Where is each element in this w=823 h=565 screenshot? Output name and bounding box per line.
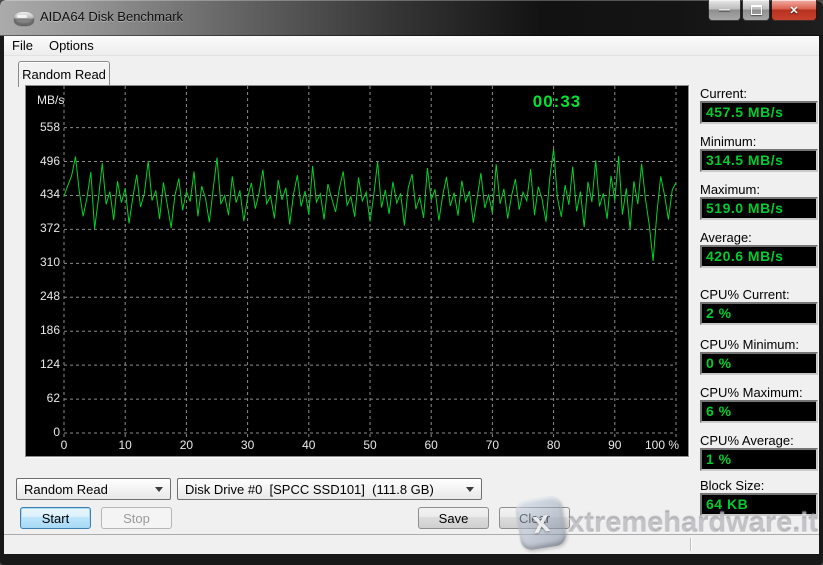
- x-axis-tick-label: 90: [593, 438, 637, 452]
- x-axis-tick-label: 70: [470, 438, 514, 452]
- close-icon: ✕: [789, 4, 798, 17]
- minimize-button[interactable]: —: [708, 0, 741, 21]
- y-axis-tick-label: 372: [28, 221, 60, 235]
- menu-bar: File Options: [4, 36, 819, 56]
- x-axis-tick-label: 20: [164, 438, 208, 452]
- x-axis-tick-label: 60: [409, 438, 453, 452]
- stat-value-2: 519.0 MB/s: [700, 197, 818, 220]
- stat-label-3: Average:: [700, 230, 812, 245]
- y-axis-tick-label: 186: [28, 323, 60, 337]
- y-axis-tick-label: 124: [28, 357, 60, 371]
- stat-value-5: 0 %: [700, 352, 818, 375]
- stat-label-0: Current:: [700, 86, 812, 101]
- disk-drive-icon: [14, 12, 34, 25]
- x-axis-tick-label: 10: [103, 438, 147, 452]
- disk-drive-value: Disk Drive #0 [SPCC SSD101] (111.8 GB): [185, 482, 466, 497]
- stat-label-6: CPU% Maximum:: [700, 385, 812, 400]
- stat-value-4: 2 %: [700, 302, 818, 325]
- stat-label-1: Minimum:: [700, 134, 812, 149]
- stat-value-0: 457.5 MB/s: [700, 101, 818, 124]
- stat-value-6: 6 %: [700, 400, 818, 423]
- stat-value-8: 64 KB: [700, 493, 818, 516]
- stat-label-5: CPU% Minimum:: [700, 337, 812, 352]
- stat-label-8: Block Size:: [700, 478, 812, 493]
- app-window: AIDA64 Disk Benchmark — ✕ File Options R…: [0, 0, 823, 565]
- y-axis-tick-label: 248: [28, 289, 60, 303]
- x-axis-tick-label: 80: [532, 438, 576, 452]
- x-axis-tick-label: 30: [226, 438, 270, 452]
- x-axis-tick-label: 100 %: [640, 438, 684, 452]
- menu-options[interactable]: Options: [41, 37, 102, 54]
- test-type-select[interactable]: Random Read: [16, 478, 171, 500]
- stat-label-4: CPU% Current:: [700, 287, 812, 302]
- close-button[interactable]: ✕: [771, 0, 817, 21]
- chevron-down-icon: [155, 487, 163, 492]
- chart-plot: [26, 86, 688, 456]
- clear-button[interactable]: Clear: [499, 507, 570, 529]
- menu-file[interactable]: File: [4, 37, 41, 54]
- minimize-icon: —: [719, 4, 730, 16]
- title-bar[interactable]: AIDA64 Disk Benchmark — ✕: [0, 0, 823, 36]
- maximize-button[interactable]: [742, 0, 770, 21]
- y-axis-tick-label: 0: [28, 425, 60, 439]
- window-title: AIDA64 Disk Benchmark: [40, 9, 183, 24]
- disk-drive-select[interactable]: Disk Drive #0 [SPCC SSD101] (111.8 GB): [177, 478, 482, 500]
- stat-value-1: 314.5 MB/s: [700, 149, 818, 172]
- x-axis-tick-label: 40: [287, 438, 331, 452]
- stat-label-2: Maximum:: [700, 182, 812, 197]
- y-axis-tick-label: 496: [28, 154, 60, 168]
- x-axis-tick-label: 0: [42, 438, 86, 452]
- tab-random-read[interactable]: Random Read: [18, 61, 110, 87]
- stat-value-3: 420.6 MB/s: [700, 245, 818, 268]
- maximize-icon: [751, 5, 762, 15]
- stop-button[interactable]: Stop: [101, 507, 172, 529]
- start-button[interactable]: Start: [20, 507, 91, 529]
- stat-label-7: CPU% Average:: [700, 433, 812, 448]
- status-bar-divider: [690, 538, 691, 551]
- status-bar: [4, 534, 819, 554]
- x-axis-tick-label: 50: [348, 438, 392, 452]
- benchmark-chart: MB/s 00:33 0102030405060708090100 %06212…: [25, 85, 689, 457]
- y-axis-tick-label: 434: [28, 187, 60, 201]
- save-button[interactable]: Save: [418, 507, 489, 529]
- chevron-down-icon: [466, 487, 474, 492]
- stat-value-7: 1 %: [700, 448, 818, 471]
- tab-label: Random Read: [22, 67, 106, 82]
- y-axis-tick-label: 62: [28, 391, 60, 405]
- test-type-value: Random Read: [24, 482, 155, 497]
- y-axis-tick-label: 558: [28, 120, 60, 134]
- y-axis-tick-label: 310: [28, 255, 60, 269]
